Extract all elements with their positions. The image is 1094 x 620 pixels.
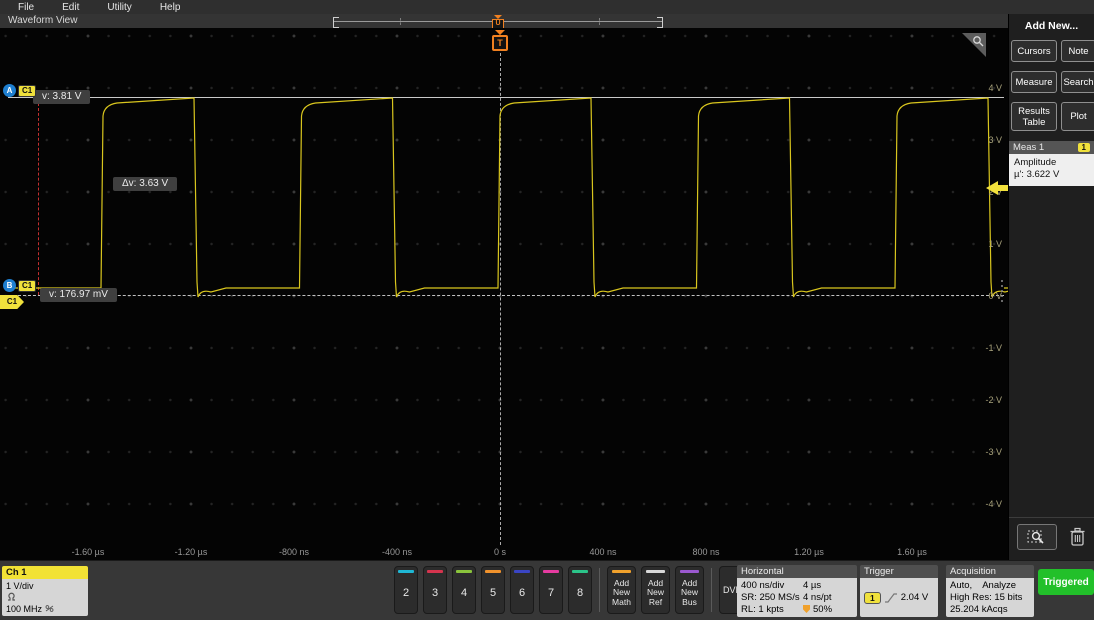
cursor-a-readout[interactable]: v: 3.81 V	[33, 90, 90, 104]
zoom-box-icon	[1027, 529, 1047, 545]
trigger-position-marker-top[interactable]: U	[492, 15, 504, 29]
sidebar-footer	[1009, 517, 1094, 560]
y-axis-label: 4 V	[972, 83, 1002, 93]
x-axis-label: -1.60 µs	[58, 547, 118, 557]
zoom-corner-icon[interactable]	[962, 33, 986, 57]
menu-item-help[interactable]: Help	[160, 2, 181, 13]
trigger-level-arrow-icon[interactable]	[966, 177, 1008, 199]
horizontal-title: Horizontal	[737, 565, 857, 578]
measurement-source-badge: 1	[1078, 143, 1090, 152]
measurement-title: Meas 1	[1013, 142, 1044, 153]
divider	[711, 568, 712, 612]
menu-item-utility[interactable]: Utility	[107, 2, 131, 13]
add-new-bus-button[interactable]: Add New Bus	[675, 566, 704, 614]
channel1-trace	[0, 28, 1008, 545]
y-axis-label: -2 V	[972, 395, 1002, 405]
trigger-position-icon	[803, 605, 810, 613]
trigger-level-value: 2.04 V	[901, 592, 928, 604]
overview-right-bracket[interactable]	[657, 17, 663, 28]
add-new-ref-button[interactable]: Add New Ref	[641, 566, 670, 614]
channel-button-group: 2 3 4 5 6 7 8 Add New Math Add New Ref A…	[394, 566, 780, 614]
acquisition-resolution: High Res: 15 bits	[950, 592, 1030, 604]
channel1-bandwidth: 100 MHz	[6, 604, 84, 615]
menu-item-file[interactable]: File	[18, 2, 34, 13]
y-axis-label: 0 V	[972, 291, 1002, 301]
acquisition-title: Acquisition	[946, 565, 1034, 578]
x-axis-label: 400 ns	[573, 547, 633, 557]
results-sidebar: Add New... Cursors Note Measure Search R…	[1008, 14, 1094, 560]
acquisition-mode: Auto, Analyze	[950, 580, 1030, 592]
overview-tick	[400, 18, 401, 25]
add-new-buttons: Cursors Note Measure Search Results Tabl…	[1009, 40, 1094, 131]
menu-bar: File Edit Utility Help	[0, 0, 1094, 14]
settings-bar: Ch 1 1 V/div 100 MHz 2 3 4	[0, 560, 1094, 620]
channel1-label: Ch 1	[2, 566, 88, 579]
acquisition-badge[interactable]: Acquisition Auto, Analyze High Res: 15 b…	[946, 565, 1034, 617]
x-axis-label: 0 s	[470, 547, 530, 557]
bandwidth-icon	[45, 605, 54, 612]
y-axis-label: 3 V	[972, 135, 1002, 145]
x-axis-label: 1.20 µs	[779, 547, 839, 557]
channel3-button[interactable]: 3	[423, 566, 447, 614]
measurement-name: Amplitude	[1014, 157, 1089, 169]
plot-button[interactable]: Plot	[1061, 102, 1094, 131]
measure-button[interactable]: Measure	[1011, 71, 1057, 93]
channel1-badge[interactable]: Ch 1 1 V/div 100 MHz	[2, 566, 88, 616]
rising-slope-icon	[885, 593, 897, 603]
cursor-delta-readout: Δv: 3.63 V	[113, 177, 177, 191]
y-axis-label: 1 V	[972, 239, 1002, 249]
x-axis-label: 800 ns	[676, 547, 736, 557]
x-axis-label: -800 ns	[264, 547, 324, 557]
results-table-button[interactable]: Results Table	[1011, 102, 1057, 131]
trigger-position-marker[interactable]: T	[492, 30, 508, 51]
measurement-badge[interactable]: Meas 1 1 Amplitude µ': 3.622 V	[1009, 141, 1094, 186]
waveform-display[interactable]: 4 V 3 V 2 V 1 V 0 V -1 V -2 V -3 V -4 V …	[0, 28, 1008, 560]
channel7-button[interactable]: 7	[539, 566, 563, 614]
channel1-scale: 1 V/div	[6, 581, 84, 592]
channel2-button[interactable]: 2	[394, 566, 418, 614]
horizontal-badge[interactable]: Horizontal 400 ns/div4 µs SR: 250 MS/s4 …	[737, 565, 857, 617]
cursor-b-readout[interactable]: v: 176.97 mV	[40, 288, 117, 302]
oscilloscope-app: File Edit Utility Help Waveform View U	[0, 0, 1094, 620]
x-axis-label: -1.20 µs	[161, 547, 221, 557]
zoom-mode-button[interactable]	[1017, 524, 1057, 550]
cursor-a-badge[interactable]: A C1	[3, 84, 36, 97]
zoom-overview-bar[interactable]: U	[333, 15, 663, 27]
divider	[599, 568, 600, 612]
y-axis-label: -1 V	[972, 343, 1002, 353]
trigger-badge[interactable]: Trigger 1 2.04 V	[860, 565, 938, 617]
x-axis-label: -400 ns	[367, 547, 427, 557]
waveform-view-bar: Waveform View U	[0, 14, 1008, 28]
overview-left-bracket[interactable]	[333, 17, 339, 28]
cursor-b-badge[interactable]: B C1	[3, 279, 36, 292]
x-axis-label: 1.60 µs	[882, 547, 942, 557]
cursors-button[interactable]: Cursors	[1011, 40, 1057, 62]
y-axis-label: -3 V	[972, 447, 1002, 457]
add-new-title: Add New...	[1009, 20, 1094, 32]
coupling-icon	[6, 592, 84, 604]
channel8-button[interactable]: 8	[568, 566, 592, 614]
search-button[interactable]: Search	[1061, 71, 1094, 93]
note-button[interactable]: Note	[1061, 40, 1094, 62]
acquisition-count: 25.204 kAcqs	[950, 604, 1030, 616]
overview-tick	[599, 18, 600, 25]
drag-handle-icon[interactable]	[1001, 280, 1003, 302]
trash-icon[interactable]	[1069, 527, 1086, 547]
channel6-button[interactable]: 6	[510, 566, 534, 614]
waveform-view-title: Waveform View	[8, 15, 77, 26]
trigger-status-badge: Triggered	[1038, 569, 1094, 595]
trigger-source-badge: 1	[864, 592, 881, 604]
channel4-button[interactable]: 4	[452, 566, 476, 614]
menu-item-edit[interactable]: Edit	[62, 2, 79, 13]
y-axis-label: -4 V	[972, 499, 1002, 509]
measurement-value: µ': 3.622 V	[1014, 169, 1089, 181]
add-new-math-button[interactable]: Add New Math	[607, 566, 636, 614]
trigger-title: Trigger	[860, 565, 938, 578]
channel5-button[interactable]: 5	[481, 566, 505, 614]
